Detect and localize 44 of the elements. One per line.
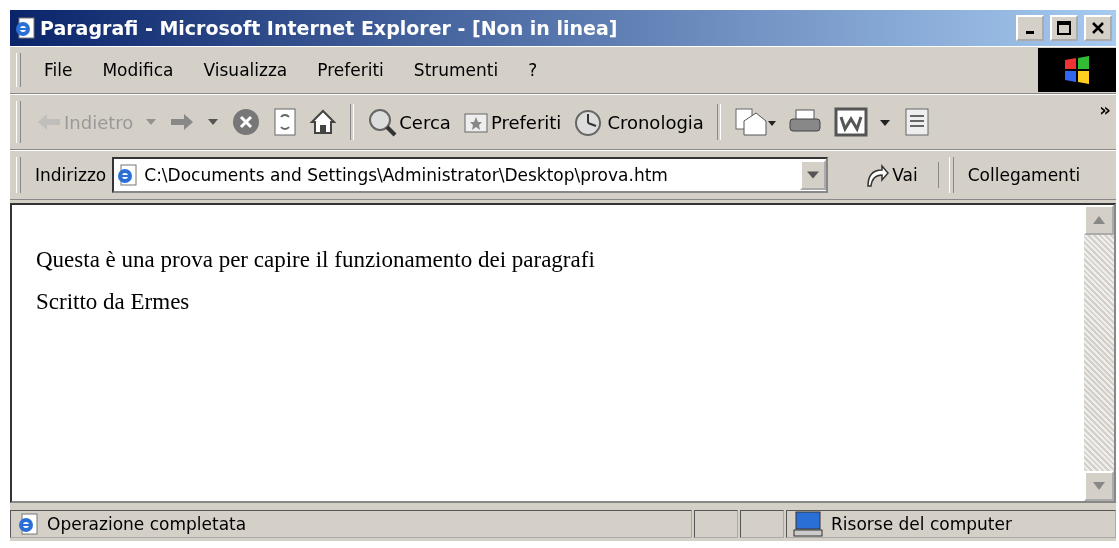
paragraph: Scritto da Ermes [36,289,191,315]
maximize-button[interactable] [1050,15,1078,41]
status-pane [694,510,738,538]
star-folder-icon [462,110,489,134]
caret-icon [146,119,157,125]
dropdown-button[interactable] [800,160,827,190]
stop-icon [231,107,262,137]
caret-icon [208,119,219,125]
scroll-down-button[interactable] [1084,471,1114,501]
paragraph: Questa è una prova per capire il funzionamento dei paragrafi [36,247,596,273]
history-button[interactable]: Cronologia [568,105,709,139]
close-icon [1090,20,1106,36]
down-arrow-icon [1093,482,1105,490]
more-button[interactable]: » [1094,95,1116,122]
links-button[interactable]: Collegamenti [967,165,1081,185]
go-button[interactable]: Vai [834,162,939,188]
scroll-up-button[interactable] [1084,205,1114,235]
maximize-icon [1056,20,1072,36]
favorites-button[interactable]: Preferiti [457,108,567,136]
address-field[interactable]: C:\Documents and Settings\Administrator\Desktop\prova.htm [112,157,829,193]
caret-icon [807,171,820,179]
menu-item[interactable]: Visualizza [188,56,303,84]
menu-item[interactable]: ? [513,56,553,84]
status-zone: Risorse del computer [786,510,1116,538]
magnifier-icon [367,107,398,137]
window-title: Paragrafi - Microsoft Internet Explorer - [Non in linea] [40,17,619,39]
status-message: Operazione completata [10,510,692,538]
scrollbar[interactable] [1084,205,1114,501]
document-icon [833,107,890,137]
minimize-icon [1026,30,1034,34]
minimize-button[interactable] [1016,15,1044,41]
search-button[interactable]: Cerca [362,105,456,139]
refresh-icon [273,107,298,137]
up-arrow-icon [1093,216,1105,224]
curved-arrow-icon [864,162,891,188]
status-pane [740,510,784,538]
close-button[interactable] [1084,15,1112,41]
menu-item[interactable]: Strumenti [398,56,514,84]
menu-item[interactable]: File [29,56,88,84]
computer-icon [793,511,823,537]
menu-item[interactable]: Preferiti [302,56,399,84]
menu-item[interactable]: Modifica [87,56,189,84]
address-label: Indirizzo [35,165,107,185]
home-icon [309,108,338,136]
